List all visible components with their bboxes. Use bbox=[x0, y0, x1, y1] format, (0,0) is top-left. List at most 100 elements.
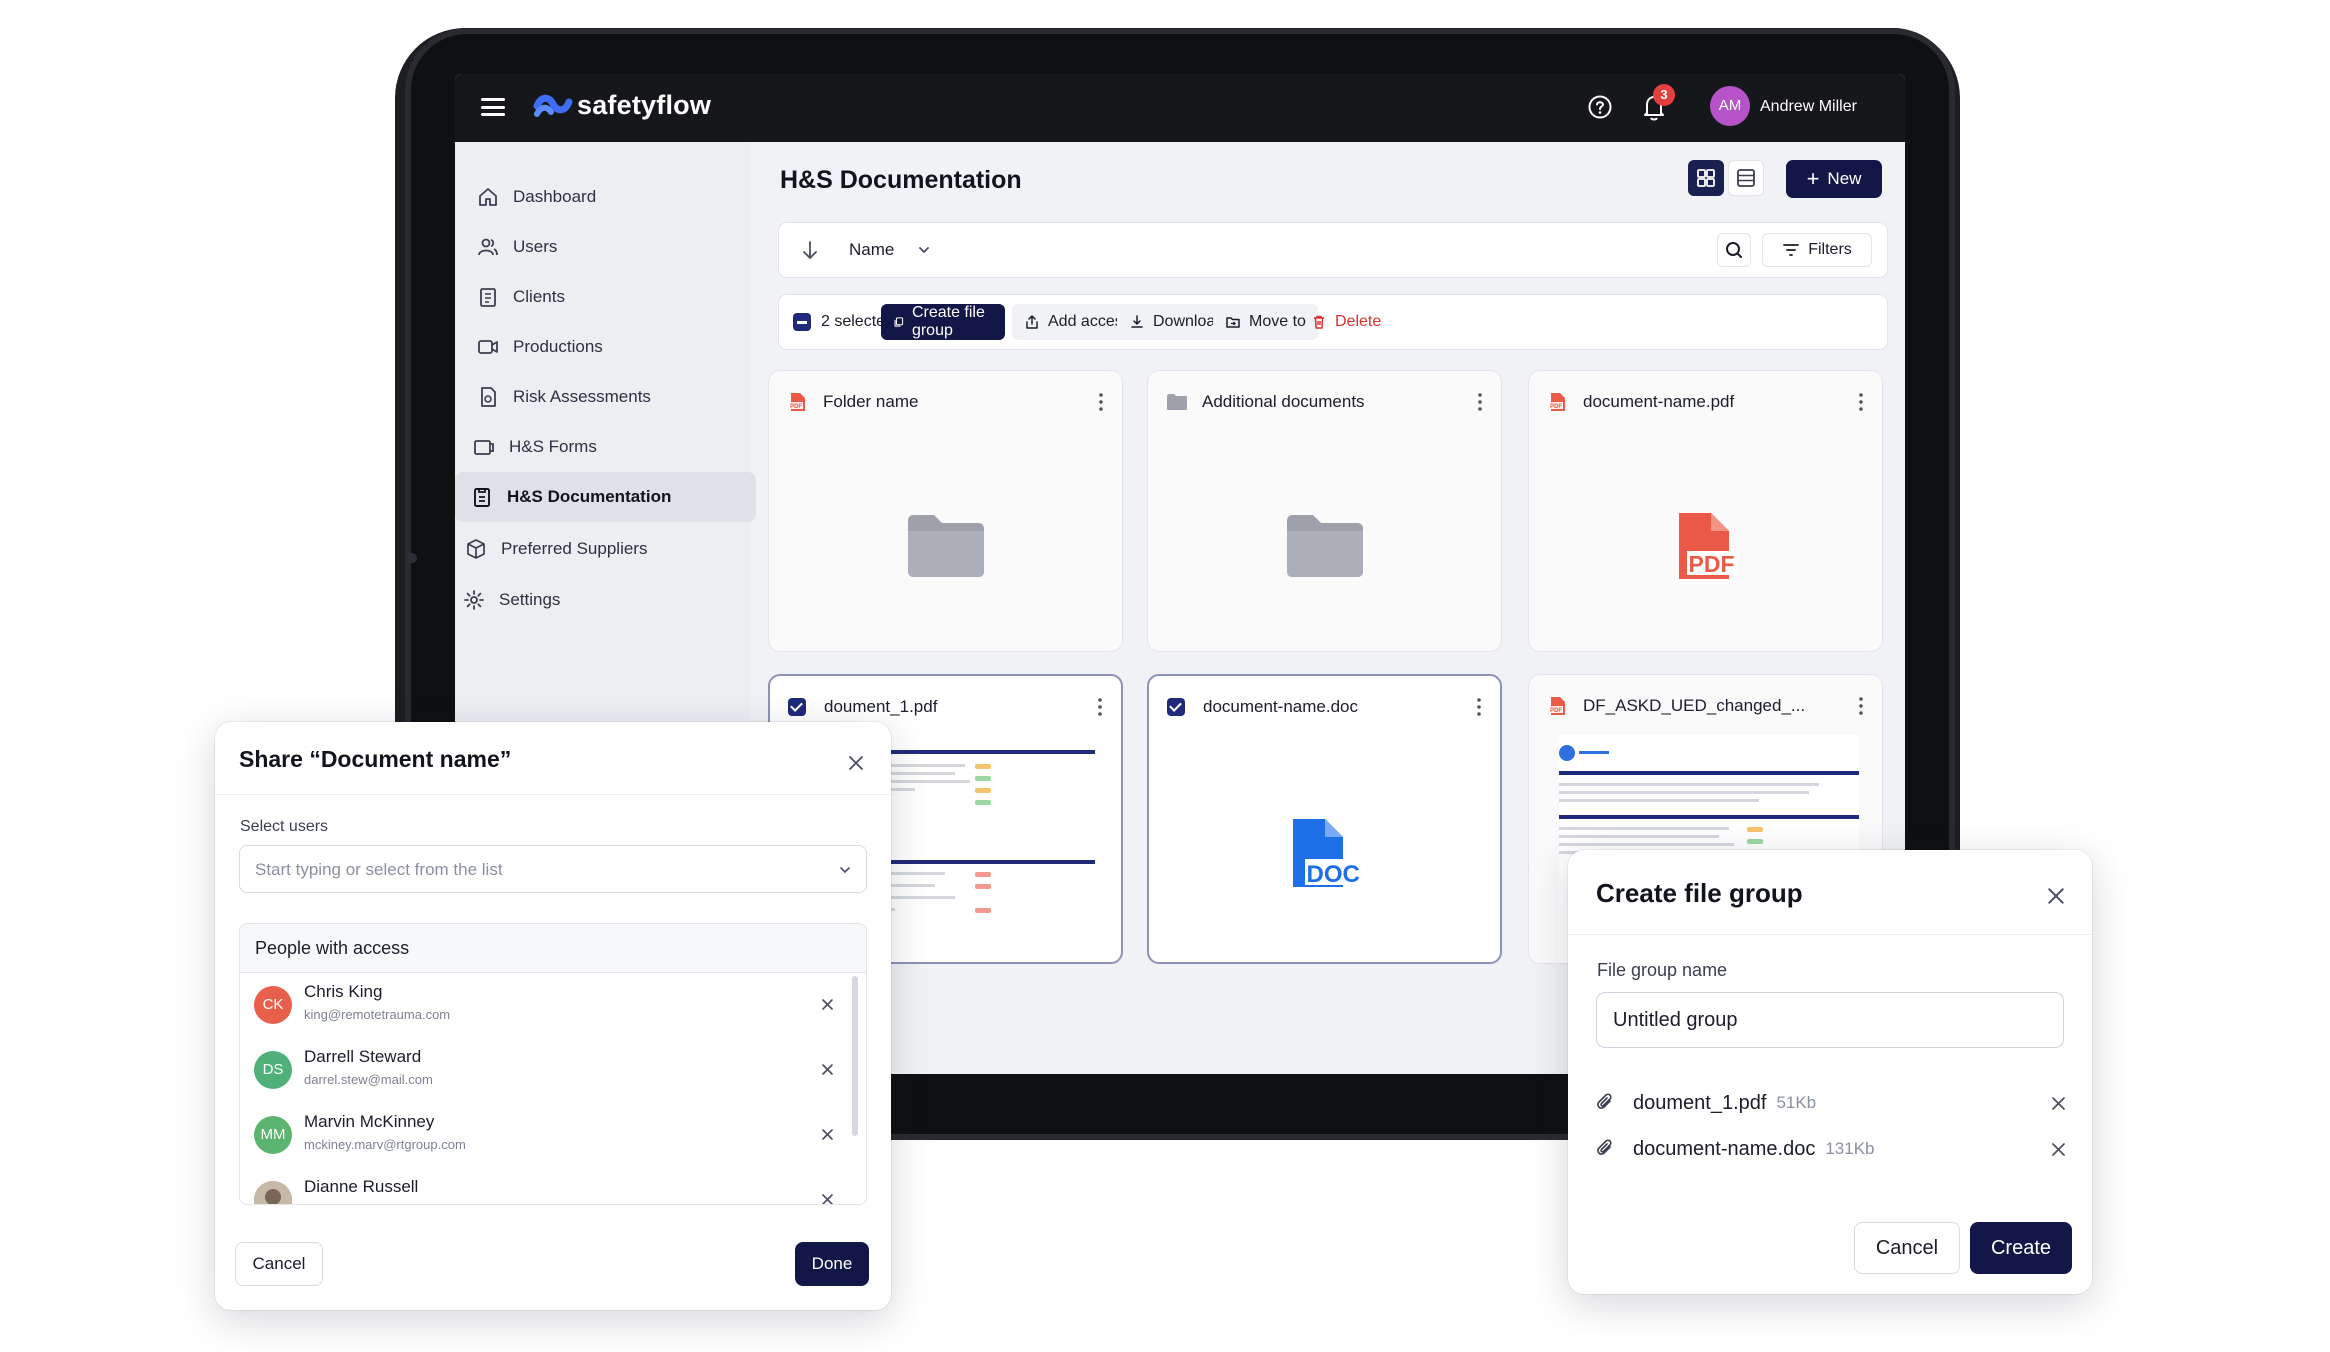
file-card[interactable]: Additional documents bbox=[1147, 370, 1502, 652]
doc-badge-label: DOC bbox=[1306, 861, 1360, 888]
delete-button[interactable]: Delete bbox=[1299, 304, 1393, 340]
new-button[interactable]: + New bbox=[1786, 160, 1882, 198]
remove-file-icon[interactable] bbox=[2051, 1096, 2066, 1111]
sidebar-item-hs-forms[interactable]: H&S Forms bbox=[455, 422, 763, 472]
create-button[interactable]: Create bbox=[1970, 1222, 2072, 1274]
risk-doc-icon bbox=[481, 387, 496, 407]
users-icon bbox=[478, 238, 498, 256]
pdf-badge-label: PDF bbox=[1688, 551, 1735, 577]
list-icon bbox=[1737, 169, 1755, 187]
grid-view-toggle[interactable] bbox=[1688, 160, 1724, 196]
file-name: document-name.pdf bbox=[1583, 392, 1735, 411]
new-button-label: New bbox=[1827, 169, 1862, 188]
more-options-icon[interactable] bbox=[1098, 391, 1104, 413]
pdf-file-icon: PDF bbox=[789, 393, 805, 411]
chevron-down-icon[interactable] bbox=[917, 243, 931, 257]
brand-logo-icon bbox=[533, 94, 573, 117]
avatar: MM bbox=[254, 1116, 292, 1154]
list-item: CK Chris King king@remotetrauma.com bbox=[254, 980, 834, 1036]
more-options-icon[interactable] bbox=[1476, 696, 1482, 718]
folder-icon bbox=[1286, 515, 1363, 577]
share-dialog-title: Share “Document name” bbox=[239, 746, 512, 772]
remove-access-icon[interactable] bbox=[821, 1193, 834, 1205]
create-file-group-label: Create file group bbox=[911, 304, 985, 339]
group-file-size: 51Kb bbox=[1776, 1093, 1817, 1112]
filter-icon bbox=[1783, 244, 1800, 256]
file-name: Folder name bbox=[823, 392, 919, 411]
deselect-checkbox[interactable] bbox=[793, 313, 811, 331]
sort-toolbar: Name Filters bbox=[778, 222, 1888, 278]
sidebar-item-preferred-suppliers[interactable]: Preferred Suppliers bbox=[455, 524, 755, 574]
card-checkbox[interactable] bbox=[788, 698, 806, 716]
remove-file-icon[interactable] bbox=[2051, 1142, 2066, 1157]
help-icon[interactable] bbox=[1587, 94, 1613, 120]
sidebar-item-label: Clients bbox=[513, 287, 565, 306]
more-options-icon[interactable] bbox=[1477, 391, 1483, 413]
create-file-group-button[interactable]: Create file group bbox=[881, 304, 1005, 340]
sidebar-item-risk-assessments[interactable]: Risk Assessments bbox=[455, 372, 767, 422]
delete-label: Delete bbox=[1335, 313, 1382, 330]
people-with-access-header: People with access bbox=[255, 938, 410, 958]
user-name[interactable]: Andrew Miller bbox=[1760, 98, 1857, 116]
sidebar-item-dashboard[interactable]: Dashboard bbox=[455, 172, 767, 222]
more-options-icon[interactable] bbox=[1097, 696, 1103, 718]
share-icon bbox=[1026, 315, 1038, 329]
group-file-name: document-name.doc bbox=[1633, 1137, 1816, 1160]
file-name: doument_1.pdf bbox=[824, 697, 938, 716]
done-button[interactable]: Done bbox=[795, 1242, 869, 1286]
close-icon[interactable] bbox=[2046, 886, 2066, 906]
svg-text:PDF: PDF bbox=[1550, 404, 1562, 410]
remove-access-icon[interactable] bbox=[821, 1128, 834, 1141]
sidebar-item-users[interactable]: Users bbox=[455, 222, 767, 272]
scrollbar[interactable] bbox=[852, 976, 858, 1136]
close-icon[interactable] bbox=[847, 754, 865, 772]
search-button[interactable] bbox=[1717, 233, 1751, 267]
pdf-file-icon: PDF bbox=[1549, 697, 1565, 715]
svg-text:PDF: PDF bbox=[1550, 708, 1562, 714]
chevron-down-icon[interactable] bbox=[838, 863, 852, 877]
cancel-button[interactable]: Cancel bbox=[235, 1242, 323, 1286]
arrow-down-icon[interactable] bbox=[801, 239, 819, 261]
avatar-photo bbox=[254, 1181, 292, 1204]
user-avatar[interactable]: AM bbox=[1710, 86, 1750, 126]
list-view-toggle[interactable] bbox=[1728, 160, 1764, 196]
more-options-icon[interactable] bbox=[1858, 391, 1864, 413]
list-item: DS Darrell Steward darrel.stew@mail.com bbox=[254, 1045, 834, 1101]
person-name: Dianne Russell bbox=[304, 1177, 419, 1196]
file-name: document-name.doc bbox=[1203, 697, 1358, 716]
sidebar-item-clients[interactable]: Clients bbox=[455, 272, 767, 322]
more-options-icon[interactable] bbox=[1858, 695, 1864, 717]
list-item: document-name.doc 131Kb bbox=[1596, 1134, 2066, 1164]
page-title: H&S Documentation bbox=[780, 166, 1022, 194]
cancel-button[interactable]: Cancel bbox=[1854, 1222, 1960, 1274]
sort-field[interactable]: Name bbox=[849, 240, 894, 260]
group-file-name: doument_1.pdf bbox=[1633, 1091, 1767, 1114]
avatar: DS bbox=[254, 1051, 292, 1089]
select-users-input[interactable]: Start typing or select from the list bbox=[239, 845, 867, 893]
remove-access-icon[interactable] bbox=[821, 998, 834, 1011]
move-to-label: Move to bbox=[1249, 313, 1306, 330]
tablet-camera bbox=[407, 553, 417, 563]
gear-icon bbox=[464, 590, 484, 610]
avatar: CK bbox=[254, 986, 292, 1024]
file-group-name-value: Untitled group bbox=[1613, 1009, 1738, 1031]
menu-icon[interactable] bbox=[481, 98, 505, 116]
file-card[interactable]: PDF document-name.pdf PDF bbox=[1528, 370, 1883, 652]
sidebar-item-label: Users bbox=[513, 237, 558, 256]
remove-access-icon[interactable] bbox=[821, 1063, 834, 1076]
svg-text:PDF: PDF bbox=[790, 404, 802, 410]
sidebar-item-hs-documentation[interactable]: H&S Documentation bbox=[455, 472, 756, 522]
filters-button[interactable]: Filters bbox=[1762, 233, 1872, 267]
sidebar-item-productions[interactable]: Productions bbox=[455, 322, 767, 372]
file-group-name-input[interactable]: Untitled group bbox=[1596, 992, 2064, 1048]
file-name: Additional documents bbox=[1202, 392, 1365, 411]
move-folder-icon bbox=[1226, 317, 1240, 328]
folder-icon bbox=[1167, 394, 1187, 410]
create-file-group-title: Create file group bbox=[1596, 878, 1803, 908]
person-photo-icon bbox=[254, 1181, 292, 1204]
sidebar-item-settings[interactable]: Settings bbox=[455, 575, 753, 625]
card-checkbox[interactable] bbox=[1167, 698, 1185, 716]
file-card[interactable]: PDF Folder name bbox=[768, 370, 1123, 652]
sidebar-item-label: Productions bbox=[513, 337, 603, 356]
file-card-selected[interactable]: document-name.doc DOC bbox=[1147, 674, 1502, 964]
